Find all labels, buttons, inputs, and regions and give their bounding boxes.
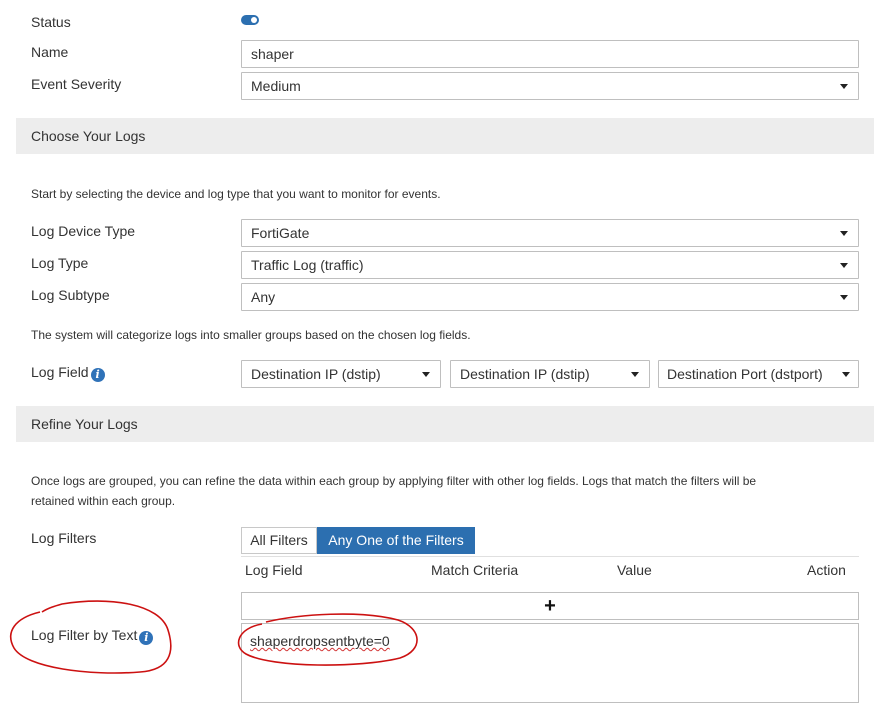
caret-down-icon [842, 372, 850, 377]
log-device-type-value: FortiGate [251, 225, 310, 241]
log-subtype-select[interactable]: Any [241, 283, 859, 311]
log-filter-text-value: shaperdropsentbyte=0 [250, 633, 390, 649]
log-field-select-3[interactable]: Destination Port (dstport) [658, 360, 859, 388]
log-filter-by-text-label-wrap: Log Filter by Text i [31, 626, 154, 645]
event-severity-value: Medium [251, 78, 301, 94]
filter-table-divider [241, 556, 859, 557]
log-field-value-1: Destination IP (dstip) [251, 366, 381, 382]
caret-down-icon [840, 84, 848, 89]
any-one-filter-button[interactable]: Any One of the Filters [317, 527, 475, 554]
status-label: Status [31, 14, 71, 30]
log-type-value: Traffic Log (traffic) [251, 257, 364, 273]
column-value: Value [617, 562, 652, 578]
event-severity-select[interactable]: Medium [241, 72, 859, 100]
caret-down-icon [840, 263, 848, 268]
log-device-type-select[interactable]: FortiGate [241, 219, 859, 247]
log-field-label: Log Field [31, 364, 89, 380]
log-field-select-1[interactable]: Destination IP (dstip) [241, 360, 441, 388]
log-subtype-value: Any [251, 289, 276, 305]
choose-logs-header: Choose Your Logs [16, 118, 874, 154]
annotation-circles-icon [9, 600, 418, 674]
all-filters-button[interactable]: All Filters [241, 527, 317, 554]
event-severity-label: Event Severity [31, 76, 122, 92]
caret-down-icon [422, 372, 430, 377]
log-filters-label: Log Filters [31, 530, 97, 546]
name-label: Name [31, 44, 69, 60]
log-filter-by-text-label: Log Filter by Text [31, 627, 138, 643]
caret-down-icon [840, 231, 848, 236]
log-type-label: Log Type [31, 255, 89, 271]
caret-down-icon [840, 295, 848, 300]
toggle-knob [251, 17, 257, 23]
log-filter-text-area[interactable]: shaperdropsentbyte=0 [241, 623, 859, 703]
log-field-label-wrap: Log Field i [31, 363, 105, 382]
info-icon[interactable]: i [90, 368, 105, 382]
column-action: Action [807, 562, 846, 578]
plus-icon: + [544, 595, 556, 617]
caret-down-icon [631, 372, 639, 377]
log-field-value-3: Destination Port (dstport) [667, 366, 823, 382]
log-device-type-label: Log Device Type [31, 223, 136, 239]
log-field-select-2[interactable]: Destination IP (dstip) [450, 360, 650, 388]
grouping-description: The system will categorize logs into sma… [31, 328, 471, 342]
refine-logs-description-line1: Once logs are grouped, you can refine th… [31, 474, 757, 488]
log-subtype-label: Log Subtype [31, 287, 110, 303]
status-toggle-icon[interactable] [241, 15, 259, 25]
column-match-criteria: Match Criteria [431, 562, 519, 578]
info-icon[interactable]: i [139, 631, 154, 645]
name-input[interactable]: shaper [241, 40, 859, 68]
column-log-field: Log Field [245, 562, 303, 578]
log-type-select[interactable]: Traffic Log (traffic) [241, 251, 859, 279]
refine-logs-description-line2: retained within each group. [31, 494, 176, 508]
log-field-value-2: Destination IP (dstip) [460, 366, 590, 382]
choose-logs-description: Start by selecting the device and log ty… [31, 187, 441, 201]
refine-logs-header: Refine Your Logs [16, 406, 874, 442]
add-filter-button[interactable]: + [241, 592, 859, 620]
